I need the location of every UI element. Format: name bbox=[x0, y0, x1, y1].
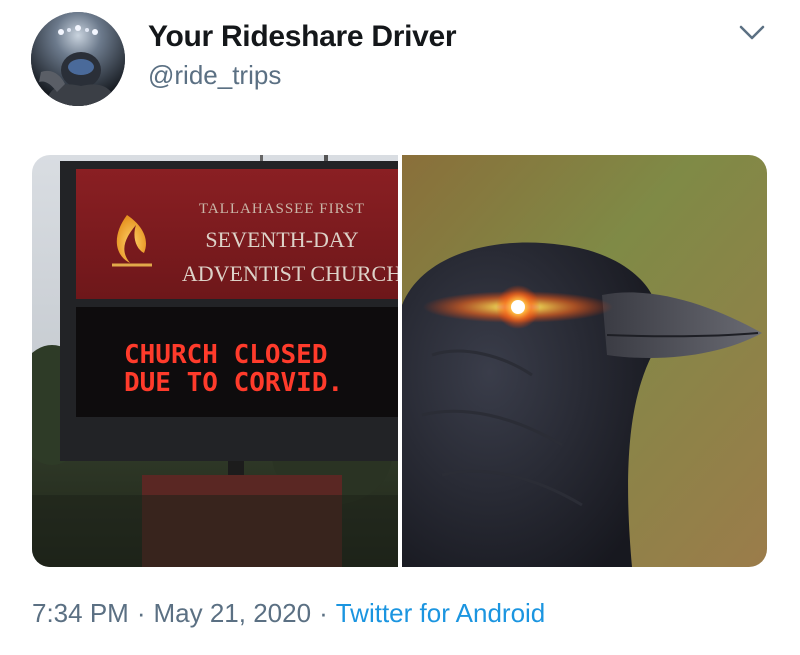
sign-header-line-3: ADVENTIST CHURCH bbox=[182, 261, 398, 286]
tweet-time[interactable]: 7:34 PM bbox=[32, 598, 129, 628]
tweet-media: TALLAHASSEE FIRST SEVENTH-DAY ADVENTIST … bbox=[32, 155, 767, 567]
led-line-2: DUE TO CORVID. bbox=[124, 368, 343, 398]
sign-header-line-1: TALLAHASSEE FIRST bbox=[199, 201, 365, 217]
avatar[interactable] bbox=[31, 12, 125, 106]
tweet-source-link[interactable]: Twitter for Android bbox=[336, 598, 546, 628]
meta-separator: · bbox=[136, 598, 146, 628]
sign-header-line-2: SEVENTH-DAY bbox=[205, 227, 358, 252]
tweet-card: Your Rideshare Driver @ride_trips TALLAH… bbox=[0, 0, 800, 655]
author-name[interactable]: Your Rideshare Driver bbox=[148, 20, 457, 54]
media-image-church-sign[interactable]: TALLAHASSEE FIRST SEVENTH-DAY ADVENTIST … bbox=[32, 155, 398, 567]
tweet-meta: 7:34 PM · May 21, 2020 · Twitter for Android bbox=[32, 598, 545, 629]
chevron-down-icon[interactable] bbox=[738, 22, 766, 44]
meta-separator: · bbox=[319, 598, 328, 628]
media-image-crow[interactable] bbox=[402, 155, 767, 567]
author-handle[interactable]: @ride_trips bbox=[148, 60, 281, 91]
avatar-image bbox=[31, 12, 125, 106]
led-line-1: CHURCH CLOSED bbox=[124, 340, 328, 370]
tweet-date[interactable]: May 21, 2020 bbox=[154, 598, 312, 628]
